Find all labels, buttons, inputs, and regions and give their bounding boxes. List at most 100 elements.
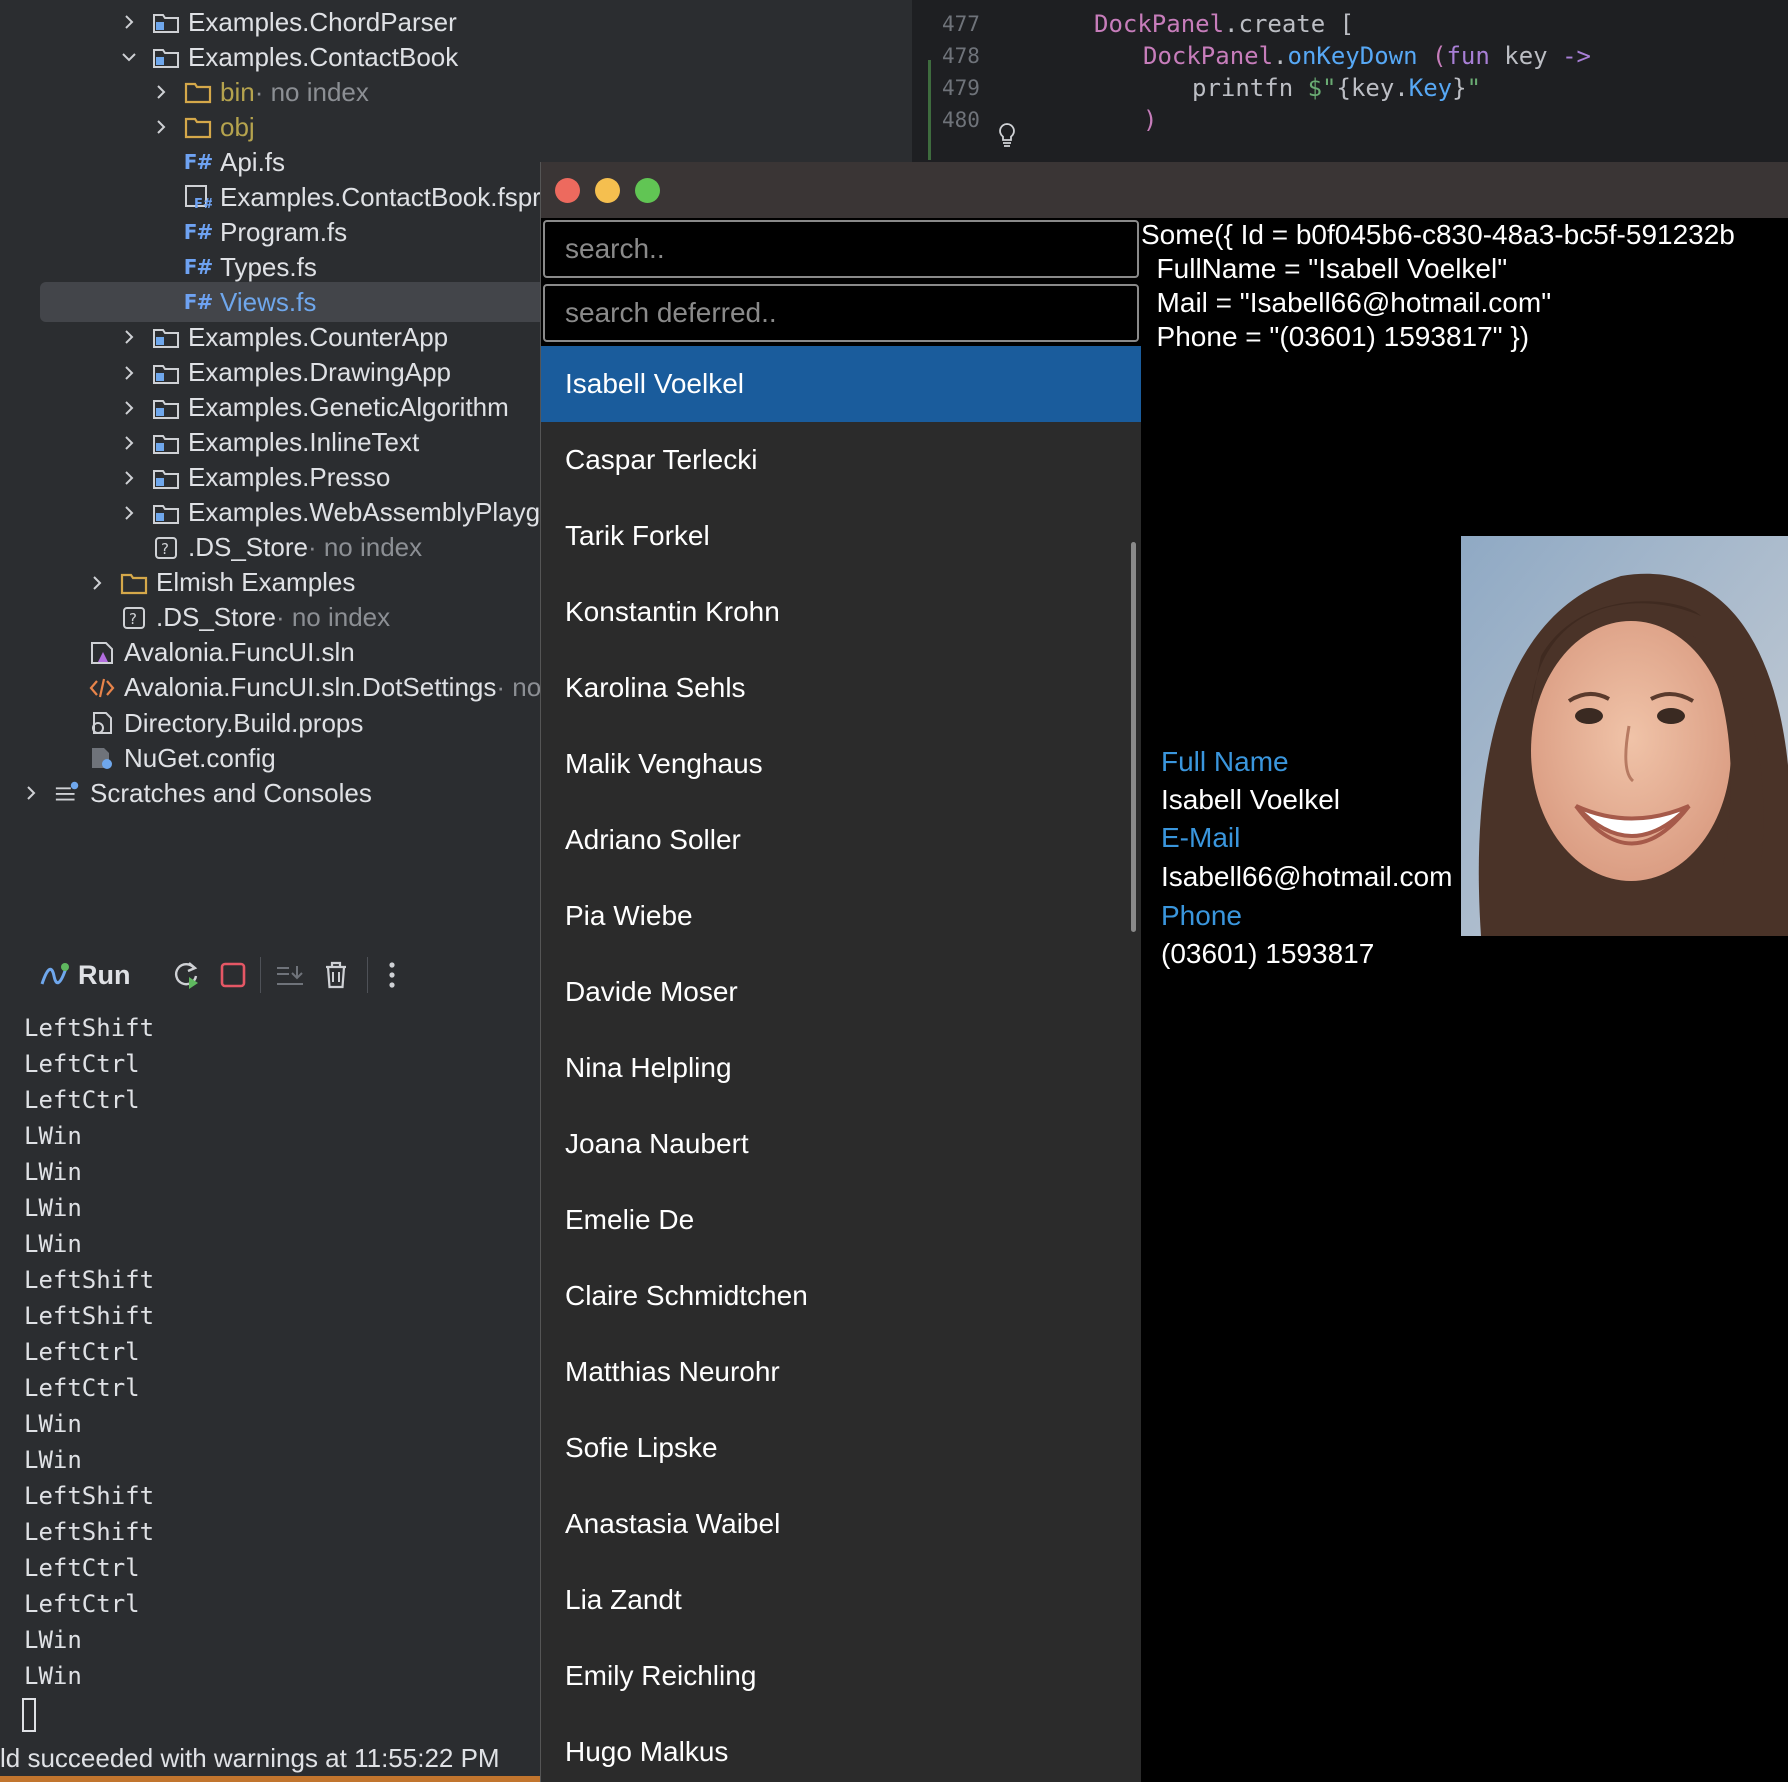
code-editor[interactable]: 477 DockPanel.create [478 DockPanel.onKeyD…	[908, 0, 1788, 162]
phone-value: (03601) 1593817	[1161, 938, 1375, 969]
contact-list-item[interactable]: Davide Moser	[541, 954, 1141, 1030]
contact-list-item[interactable]: Malik Venghaus	[541, 726, 1141, 802]
contact-list-item[interactable]: Emelie De	[541, 1182, 1141, 1258]
tree-item[interactable]: Examples.ContactBook	[0, 37, 458, 77]
contact-list-item[interactable]: Sofie Lipske	[541, 1410, 1141, 1486]
console-line: LeftCtrl	[24, 1338, 140, 1366]
tree-item-label: Api.fs	[220, 146, 286, 177]
tree-item[interactable]: Examples.CounterApp	[0, 317, 448, 357]
tree-item-label: Examples.Presso	[188, 462, 391, 493]
contact-list-item[interactable]: Caspar Terlecki	[541, 422, 1141, 498]
config-file-icon	[88, 745, 116, 771]
contact-list-scrollbar[interactable]	[1131, 542, 1136, 932]
contact-list-item[interactable]: Nina Helpling	[541, 1030, 1141, 1106]
rerun-icon[interactable]	[172, 960, 202, 990]
search-deferred-input[interactable]: search deferred..	[543, 284, 1139, 342]
console-line: LWin	[24, 1230, 82, 1258]
tree-item[interactable]: F# Types.fs	[0, 247, 317, 287]
chevron-right-icon[interactable]	[118, 502, 140, 524]
contact-photo	[1461, 536, 1788, 936]
tree-item[interactable]: F# Api.fs	[0, 142, 285, 182]
contact-list-item[interactable]: Konstantin Krohn	[541, 574, 1141, 650]
contact-list-item[interactable]: Joana Naubert	[541, 1106, 1141, 1182]
console-line: LWin	[24, 1662, 82, 1690]
contact-list-item[interactable]: Pia Wiebe	[541, 878, 1141, 954]
contact-list[interactable]: Isabell Voelkel Caspar Terlecki Tarik Fork…	[541, 346, 1141, 1782]
code-line[interactable]: )	[1143, 106, 1157, 134]
run-console[interactable]: LeftShift LeftCtrl LeftCtrl LWin LWin LWin LWi…	[14, 1010, 540, 1734]
close-window-button[interactable]	[555, 178, 580, 203]
contact-list-item[interactable]: Karolina Sehls	[541, 650, 1141, 726]
fsharp-file-icon: F#	[183, 290, 213, 315]
contact-list-item[interactable]: Tarik Forkel	[541, 498, 1141, 574]
chevron-right-icon[interactable]	[118, 362, 140, 384]
chevron-right-icon[interactable]	[118, 397, 140, 419]
tree-item[interactable]: F# Program.fs	[0, 212, 347, 252]
tree-item[interactable]: F# Views.fs	[40, 282, 540, 323]
run-config-icon	[40, 962, 70, 988]
tree-item[interactable]: Examples.ChordParser	[0, 2, 457, 42]
contact-list-item[interactable]: Isabell Voelkel	[541, 346, 1141, 422]
tree-item[interactable]: Examples.InlineText	[0, 423, 419, 463]
tree-item-label: Avalonia.FuncUI.sln.DotSettings	[124, 672, 497, 703]
tree-item-label: Avalonia.FuncUI.sln	[124, 637, 355, 668]
chevron-right-icon[interactable]	[118, 467, 140, 489]
more-options-icon[interactable]	[388, 961, 396, 989]
tree-item[interactable]: Examples.GeneticAlgorithm	[0, 388, 509, 428]
contact-list-item[interactable]: Lia Zandt	[541, 1562, 1141, 1638]
search-input[interactable]: search..	[543, 220, 1139, 278]
tree-item[interactable]: bin · no index	[0, 72, 369, 112]
chevron-right-icon[interactable]	[118, 432, 140, 454]
tree-item[interactable]: ? .DS_Store · no index	[0, 528, 422, 568]
chevron-down-icon[interactable]	[118, 46, 140, 68]
code-line[interactable]: printfn $"{key.Key}"	[1192, 74, 1481, 102]
chevron-right-icon[interactable]	[150, 81, 172, 103]
status-text: ld succeeded with warnings at 11:55:22 P…	[0, 1743, 500, 1773]
run-tab-label[interactable]: Run	[78, 960, 130, 991]
contact-list-item[interactable]: Anastasia Waibel	[541, 1486, 1141, 1562]
code-line[interactable]: DockPanel.create [	[1094, 10, 1354, 38]
tree-item[interactable]: Scratches and Consoles	[0, 773, 372, 813]
contact-list-item[interactable]: Adriano Soller	[541, 802, 1141, 878]
chevron-right-icon[interactable]	[20, 782, 42, 804]
tree-item[interactable]: Elmish Examples	[0, 563, 355, 603]
tree-item[interactable]: obj	[0, 107, 255, 147]
tree-item-label: obj	[220, 111, 255, 142]
tree-item[interactable]: Directory.Build.props	[0, 703, 363, 743]
stop-icon[interactable]	[220, 962, 246, 988]
lightbulb-icon[interactable]	[996, 122, 1018, 148]
scroll-to-end-icon[interactable]	[275, 962, 305, 988]
scratches-icon	[54, 780, 82, 806]
chevron-right-icon[interactable]	[118, 326, 140, 348]
tree-item[interactable]: ? .DS_Store · no index	[0, 598, 390, 638]
contact-list-item[interactable]: Claire Schmidtchen	[541, 1258, 1141, 1334]
window-titlebar[interactable]	[541, 162, 1788, 218]
minimize-window-button[interactable]	[595, 178, 620, 203]
tree-item[interactable]: Avalonia.FuncUI.sln.DotSettings · no ind…	[0, 668, 540, 708]
tree-item-label: Examples.WebAssemblyPlayground	[188, 497, 540, 528]
console-line: LeftCtrl	[24, 1554, 140, 1582]
chevron-right-icon[interactable]	[150, 116, 172, 138]
tree-item[interactable]: F# Examples.ContactBook.fsproj	[0, 177, 540, 217]
tree-item[interactable]: Examples.WebAssemblyPlayground	[0, 493, 540, 533]
tree-item[interactable]: Examples.DrawingApp	[0, 353, 451, 393]
code-line[interactable]: DockPanel.onKeyDown (fun key ->	[1143, 42, 1591, 70]
tree-item[interactable]: Avalonia.FuncUI.sln	[0, 633, 355, 673]
trash-icon[interactable]	[323, 960, 349, 990]
status-accent-bar	[0, 1776, 540, 1782]
fullname-label: Full Name	[1161, 746, 1289, 777]
contact-list-item[interactable]: Matthias Neurohr	[541, 1334, 1141, 1410]
contact-list-item[interactable]: Hugo Malkus	[541, 1714, 1141, 1782]
line-number: 477	[942, 12, 980, 36]
console-cursor[interactable]	[22, 1698, 36, 1732]
contact-list-item[interactable]: Emily Reichling	[541, 1638, 1141, 1714]
zoom-window-button[interactable]	[635, 178, 660, 203]
chevron-right-icon[interactable]	[118, 11, 140, 33]
tree-item[interactable]: Examples.Presso	[0, 458, 390, 498]
chevron-right-icon[interactable]	[86, 572, 108, 594]
console-line: LWin	[24, 1626, 82, 1654]
tree-item[interactable]: NuGet.config	[0, 738, 276, 778]
